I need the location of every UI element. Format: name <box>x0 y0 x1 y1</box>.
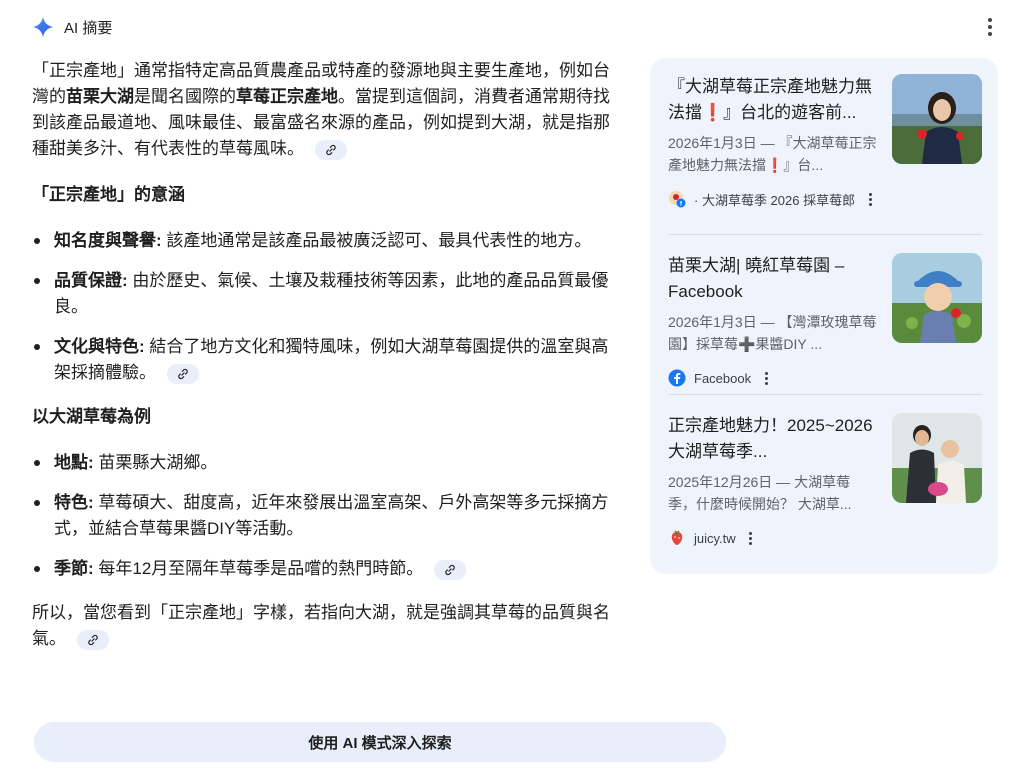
ai-overview-body: 「正宗產地」通常指特定高品質農產品或特產的發源地與主要生產地，例如台灣的苗栗大湖… <box>32 58 612 672</box>
source-name[interactable]: · 大湖草莓季 2026 採草莓郎 <box>694 190 855 209</box>
highlight-origin: 草莓正宗產地 <box>236 87 338 106</box>
source-attribution: f · 大湖草莓季 2026 採草莓郎 <box>668 190 877 208</box>
meaning-list: 知名度與聲譽: 該產地通常是該產品最被廣泛認可、最具代表性的地方。 品質保證: … <box>32 228 612 386</box>
ai-overview-header: AI 摘要 <box>32 14 112 40</box>
link-icon <box>445 564 455 575</box>
highlight-dahu: 苗栗大湖 <box>66 87 134 106</box>
source-name[interactable]: juicy.tw <box>694 531 736 546</box>
conclusion-paragraph: 所以，當您看到「正宗產地」字樣，若指向大湖，就是強調其草莓的品質與名氣。 <box>32 603 610 650</box>
source-thumbnail[interactable] <box>892 413 982 503</box>
link-icon <box>177 368 188 379</box>
ai-mode-button[interactable]: 使用 AI 模式深入探索 <box>34 722 726 762</box>
source-attribution: juicy.tw <box>668 529 758 547</box>
sources-panel: 『大湖草莓正宗產地魅力無法擋❗』台北的遊客前... 2026年1月3日 — 『大… <box>650 58 998 574</box>
link-icon <box>325 144 336 155</box>
list-item: 地點: 苗栗縣大湖鄉。 <box>32 450 612 476</box>
source-thumbnail[interactable] <box>892 74 982 164</box>
section-heading-meaning: 「正宗產地」的意涵 <box>32 185 185 204</box>
source-card[interactable]: 正宗產地魅力！2025~2026大湖草莓季... 2025年12月26日 — 大… <box>668 394 982 554</box>
facebook-icon <box>668 369 686 387</box>
facebook-profile-icon: f <box>668 190 686 208</box>
sparkle-icon <box>32 16 54 38</box>
ai-overview-title: AI 摘要 <box>64 19 113 37</box>
juicy-logo-icon <box>668 529 686 547</box>
source-title[interactable]: 苗栗大湖| 曉紅草莓園 – Facebook <box>668 253 882 305</box>
intro-paragraph: 「正宗產地」通常指特定高品質農產品或特產的發源地與主要生產地，例如台灣的苗栗大湖… <box>32 61 610 160</box>
dahu-list: 地點: 苗栗縣大湖鄉。 特色: 草莓碩大、甜度高，近年來發展出溫室高架、戶外高架… <box>32 450 612 582</box>
source-link-chip[interactable] <box>76 629 109 650</box>
link-icon <box>87 634 98 645</box>
source-card[interactable]: 『大湖草莓正宗產地魅力無法擋❗』台北的遊客前... 2026年1月3日 — 『大… <box>668 74 982 234</box>
section-heading-dahu: 以大湖草莓為例 <box>32 407 151 426</box>
source-snippet: 2025年12月26日 — 大湖草莓季，什麼時候開始？ 大湖草... <box>668 474 852 512</box>
source-link-chip[interactable] <box>314 139 347 160</box>
source-attribution: Facebook <box>668 369 773 387</box>
list-item: 知名度與聲譽: 該產地通常是該產品最被廣泛認可、最具代表性的地方。 <box>32 228 612 254</box>
source-more-icon[interactable] <box>863 190 877 208</box>
source-more-icon[interactable] <box>759 369 773 387</box>
list-item: 文化與特色: 結合了地方文化和獨特風味，例如大湖草莓園提供的溫室與高架採摘體驗。 <box>32 334 612 386</box>
source-thumbnail[interactable] <box>892 253 982 343</box>
more-options-icon[interactable] <box>980 17 1000 37</box>
source-title[interactable]: 正宗產地魅力！2025~2026大湖草莓季... <box>668 413 882 465</box>
source-card[interactable]: 苗栗大湖| 曉紅草莓園 – Facebook 2026年1月3日 — 【灣潭玫瑰… <box>668 234 982 394</box>
list-item: 季節: 每年12月至隔年草莓季是品嚐的熱門時節。 <box>32 556 612 582</box>
source-name[interactable]: Facebook <box>694 371 751 386</box>
source-snippet: 2026年1月3日 — 『大湖草莓正宗產地魅力無法擋❗』台... <box>668 135 877 173</box>
list-item: 品質保證: 由於歷史、氣候、土壤及栽種技術等因素，此地的產品品質最優良。 <box>32 268 612 320</box>
source-snippet: 2026年1月3日 — 【灣潭玫瑰草莓園】採草莓➕果醬DIY ... <box>668 314 877 352</box>
source-more-icon[interactable] <box>744 529 758 547</box>
list-item: 特色: 草莓碩大、甜度高，近年來發展出溫室高架、戶外高架等多元採摘方式，並結合草… <box>32 490 612 542</box>
source-title[interactable]: 『大湖草莓正宗產地魅力無法擋❗』台北的遊客前... <box>668 74 882 126</box>
ai-overview-page: AI 摘要 「正宗產地」通常指特定高品質農產品或特產的發源地與主要生產地，例如台… <box>0 0 1024 780</box>
source-link-chip[interactable] <box>166 363 199 384</box>
source-link-chip[interactable] <box>434 559 467 580</box>
